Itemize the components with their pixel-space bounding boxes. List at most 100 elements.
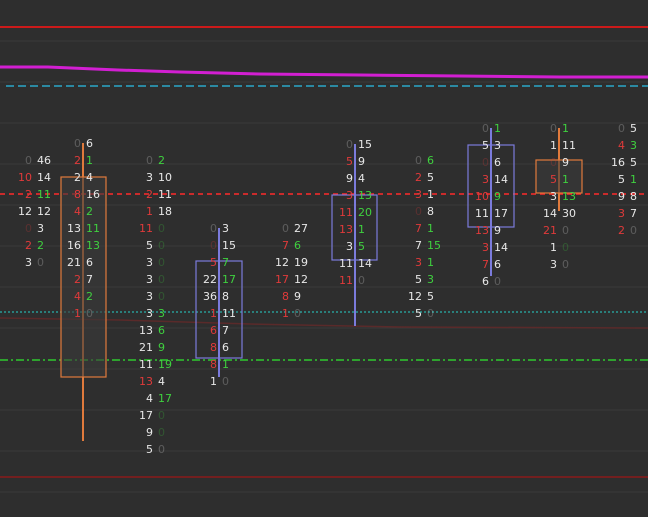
bid-volume: 5: [415, 307, 422, 320]
ask-volume: 30: [562, 207, 576, 220]
bid-volume: 3: [146, 290, 153, 303]
ask-volume: 12: [294, 273, 308, 286]
bid-volume: 1: [210, 375, 217, 388]
ask-volume: 8: [630, 190, 637, 203]
ask-volume: 2: [158, 154, 165, 167]
bid-volume: 4: [74, 290, 81, 303]
ask-volume: 6: [494, 258, 501, 271]
ask-volume: 15: [222, 239, 236, 252]
bid-volume: 17: [275, 273, 289, 286]
bid-volume: 2: [74, 171, 81, 184]
bid-volume: 6: [482, 275, 489, 288]
ask-volume: 0: [358, 274, 365, 287]
bid-volume: 2: [74, 154, 81, 167]
bid-volume: 11: [139, 222, 153, 235]
bid-volume: 2: [146, 188, 153, 201]
ask-volume: 0: [294, 307, 301, 320]
ask-volume: 8: [427, 205, 434, 218]
bid-volume: 0: [146, 154, 153, 167]
bid-volume: 8: [210, 358, 217, 371]
ask-volume: 0: [562, 224, 569, 237]
footprint-chart[interactable]: 0 4610 142 1112 120 32 23 00 62 12 48 164 213 1116 132…: [0, 0, 648, 517]
ask-volume: 5: [630, 122, 637, 135]
bid-volume: 4: [74, 205, 81, 218]
bid-volume: 7: [415, 222, 422, 235]
ask-volume: 6: [86, 137, 93, 150]
bid-volume: 0: [482, 156, 489, 169]
ask-volume: 19: [158, 358, 172, 371]
bid-volume: 16: [611, 156, 625, 169]
ask-volume: 20: [358, 206, 372, 219]
bid-volume: 3: [146, 171, 153, 184]
bid-volume: 12: [18, 205, 32, 218]
ask-volume: 13: [562, 190, 576, 203]
bid-volume: 7: [415, 239, 422, 252]
candle-body: [535, 159, 583, 194]
ask-volume: 0: [158, 273, 165, 286]
ask-volume: 1: [358, 223, 365, 236]
bid-volume: 0: [415, 154, 422, 167]
bid-volume: 1: [74, 307, 81, 320]
ask-volume: 11: [37, 188, 51, 201]
bid-volume: 3: [25, 256, 32, 269]
bid-volume: 1: [550, 241, 557, 254]
ask-volume: 0: [158, 426, 165, 439]
bid-volume: 0: [550, 156, 557, 169]
bid-volume: 3: [550, 190, 557, 203]
bid-volume: 0: [210, 222, 217, 235]
ask-volume: 17: [222, 273, 236, 286]
ask-volume: 3: [158, 307, 165, 320]
bid-volume: 0: [618, 122, 625, 135]
ask-volume: 0: [158, 409, 165, 422]
bid-volume: 0: [415, 205, 422, 218]
ask-volume: 16: [86, 188, 100, 201]
bid-volume: 3: [346, 240, 353, 253]
ask-volume: 9: [494, 224, 501, 237]
ask-volume: 7: [222, 324, 229, 337]
bid-volume: 2: [25, 239, 32, 252]
ask-volume: 6: [158, 324, 165, 337]
bid-volume: 1: [146, 205, 153, 218]
bid-volume: 0: [282, 222, 289, 235]
ask-volume: 0: [630, 224, 637, 237]
bid-volume: 21: [67, 256, 81, 269]
bid-volume: 5: [146, 239, 153, 252]
bid-volume: 11: [339, 257, 353, 270]
bid-volume: 13: [139, 324, 153, 337]
bid-volume: 10: [475, 190, 489, 203]
ask-volume: 11: [158, 188, 172, 201]
bid-volume: 1: [282, 307, 289, 320]
bid-volume: 2: [415, 171, 422, 184]
bid-volume: 8: [282, 290, 289, 303]
ask-volume: 0: [158, 443, 165, 456]
bid-volume: 5: [346, 155, 353, 168]
ask-volume: 3: [494, 139, 501, 152]
ask-volume: 1: [427, 222, 434, 235]
ask-volume: 6: [294, 239, 301, 252]
ask-volume: 2: [86, 290, 93, 303]
bid-volume: 12: [275, 256, 289, 269]
bid-volume: 12: [408, 290, 422, 303]
magenta-average-line: [0, 65, 648, 79]
ask-volume: 14: [37, 171, 51, 184]
ask-volume: 1: [222, 358, 229, 371]
bid-volume: 3: [146, 273, 153, 286]
ask-volume: 4: [158, 375, 165, 388]
ask-volume: 6: [427, 154, 434, 167]
bid-volume: 0: [25, 154, 32, 167]
bid-volume: 13: [475, 224, 489, 237]
ask-volume: 0: [494, 275, 501, 288]
ask-volume: 15: [427, 239, 441, 252]
ask-volume: 3: [630, 139, 637, 152]
ask-volume: 12: [37, 205, 51, 218]
ask-volume: 5: [427, 171, 434, 184]
bid-volume: 16: [67, 239, 81, 252]
bid-volume: 9: [346, 172, 353, 185]
ask-volume: 1: [494, 122, 501, 135]
ask-volume: 8: [222, 290, 229, 303]
bid-volume: 14: [543, 207, 557, 220]
ask-volume: 0: [37, 256, 44, 269]
ask-volume: 5: [427, 290, 434, 303]
ask-volume: 4: [86, 171, 93, 184]
ask-volume: 11: [562, 139, 576, 152]
